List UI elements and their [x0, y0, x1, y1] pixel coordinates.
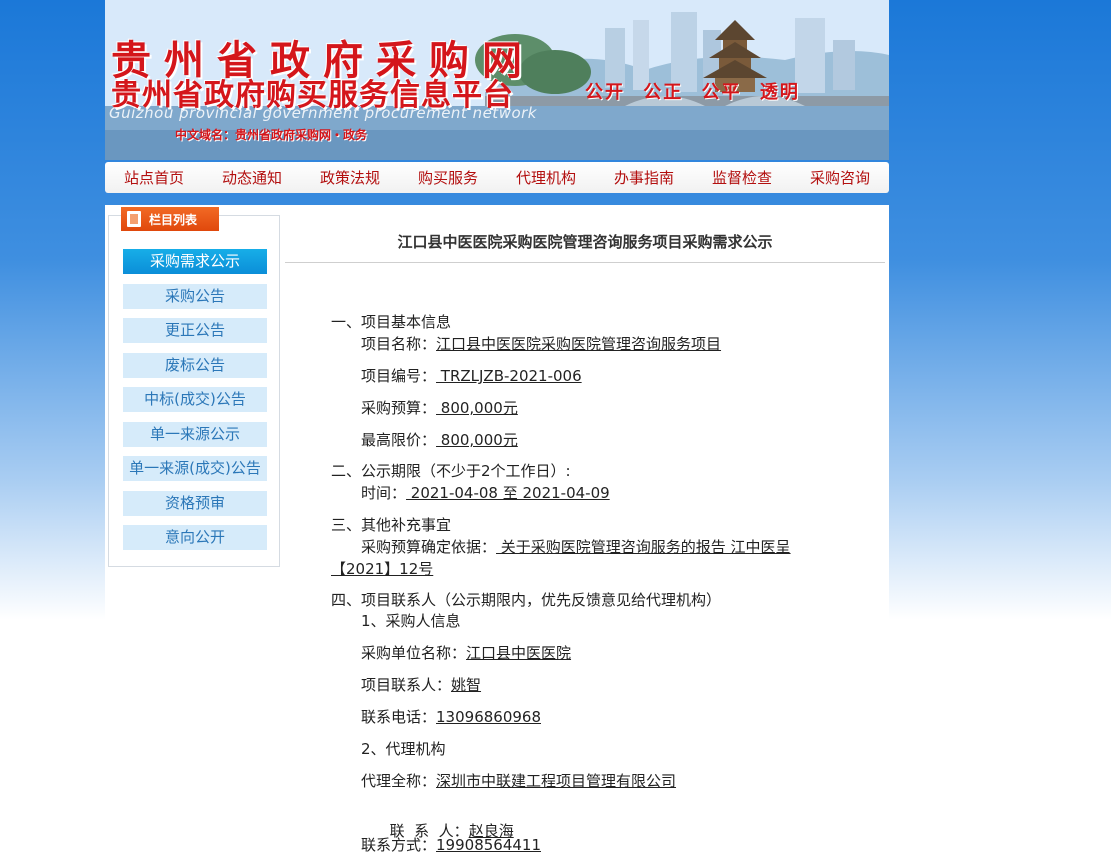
phone-row: 联系电话：13096860968: [361, 706, 541, 727]
phone-value: 13096860968: [436, 708, 541, 726]
project-name-row: 项目名称：江口县中医医院采购医院管理咨询服务项目: [361, 333, 721, 354]
sidebar-item-demand-notice[interactable]: 采购需求公示: [123, 249, 267, 274]
nav-item-consulting[interactable]: 采购咨询: [791, 167, 889, 188]
contact-value: 姚智: [451, 676, 482, 694]
nav-item-home[interactable]: 站点首页: [105, 167, 203, 188]
section-contacts-heading: 四、项目联系人（公示期限内，优先反馈意见给代理机构）: [331, 591, 722, 609]
book-icon: [127, 211, 141, 227]
time-label: 时间：: [361, 484, 407, 502]
budget-value: 800,000元: [436, 399, 518, 417]
chinese-domain-line: 中文域名：贵州省政府采购网・政务: [175, 128, 368, 142]
sidebar-item-correction-notice[interactable]: 更正公告: [123, 318, 267, 343]
agency-phone-label: 联系方式：: [361, 836, 437, 854]
basis-value-line1: 关于采购医院管理咨询服务的报告 江中医呈: [496, 538, 791, 556]
nav-item-policies[interactable]: 政策法规: [301, 167, 399, 188]
budget-row: 采购预算： 800,000元: [361, 397, 518, 418]
agency-heading: 2、代理机构: [361, 740, 446, 758]
nav-item-guide[interactable]: 办事指南: [595, 167, 693, 188]
project-name-label: 项目名称：: [361, 335, 437, 353]
nav-item-supervision[interactable]: 监督检查: [693, 167, 791, 188]
agency-name-label: 代理全称：: [361, 772, 437, 790]
header-banner: 贵州省政府采购网 贵州省政府购买服务信息平台 Guizhou provincia…: [105, 0, 889, 160]
purchaser-unit-value: 江口县中医医院: [466, 644, 572, 662]
purchaser-unit-row: 采购单位名称：江口县中医医院: [361, 642, 571, 663]
basis-row-continued: 【2021】12号: [331, 558, 433, 579]
nav-item-notices[interactable]: 动态通知: [203, 167, 301, 188]
sidebar-item-single-source-award[interactable]: 单一来源(成交)公告: [123, 456, 267, 481]
agency-phone-value: 19908564411: [436, 836, 541, 854]
contact-row: 项目联系人：姚智: [361, 674, 481, 695]
sidebar-item-procurement-notice[interactable]: 采购公告: [123, 283, 267, 309]
sidebar-item-prequalification[interactable]: 资格预审: [123, 490, 267, 516]
nav-item-purchase-services[interactable]: 购买服务: [399, 167, 497, 188]
project-no-value: TRZLJZB-2021-006: [436, 367, 582, 385]
project-no-label: 项目编号：: [361, 367, 437, 385]
basis-value-line2: 【2021】12号: [331, 560, 434, 578]
project-no-row: 项目编号： TRZLJZB-2021-006: [361, 365, 582, 386]
section-period-heading: 二、公示期限（不少于2个工作日）:: [331, 462, 571, 480]
agency-name-row: 代理全称：深圳市中联建工程项目管理有限公司: [361, 770, 676, 791]
sidebar-menu: 采购需求公示 采购公告 更正公告 废标公告 中标(成交)公告 单一来源公示 单一…: [123, 249, 267, 560]
purchaser-heading: 1、采购人信息: [361, 612, 461, 630]
agency-phone-row: 联系方式：19908564411: [361, 834, 541, 855]
max-price-row: 最高限价： 800,000元: [361, 429, 518, 450]
sidebar-title: 栏目列表: [149, 212, 198, 227]
phone-label: 联系电话：: [361, 708, 437, 726]
english-site-name: Guizhou provincial government procuremen…: [109, 104, 537, 122]
nav-item-agencies[interactable]: 代理机构: [497, 167, 595, 188]
purchaser-unit-label: 采购单位名称：: [361, 644, 467, 662]
sidebar-item-abandoned-bid-notice[interactable]: 废标公告: [123, 352, 267, 378]
max-price-value: 800,000元: [436, 431, 518, 449]
sidebar: 栏目列表 采购需求公示 采购公告 更正公告 废标公告 中标(成交)公告 单一来源…: [108, 207, 280, 567]
slogan-word: 透明: [759, 82, 800, 103]
time-value: 2021-04-08 至 2021-04-09: [406, 484, 610, 502]
time-row: 时间： 2021-04-08 至 2021-04-09: [361, 482, 610, 503]
article: 江口县中医医院采购医院管理咨询服务项目采购需求公示 一、项目基本信息 项目名称：…: [285, 205, 885, 857]
sidebar-item-single-source-notice[interactable]: 单一来源公示: [123, 421, 267, 447]
article-title: 江口县中医医院采购医院管理咨询服务项目采购需求公示: [397, 233, 773, 251]
section-basic-info-heading: 一、项目基本信息: [331, 313, 452, 331]
title-divider: [285, 262, 885, 263]
section-other-heading: 三、其他补充事宜: [331, 516, 452, 534]
max-price-label: 最高限价：: [361, 431, 437, 449]
project-name-value: 江口县中医医院采购医院管理咨询服务项目: [436, 335, 722, 353]
budget-label: 采购预算：: [361, 399, 437, 417]
slogan-word: 公平: [701, 82, 742, 103]
basis-label: 采购预算确定依据：: [361, 538, 497, 556]
sidebar-header: 栏目列表: [121, 207, 219, 231]
slogan: 公开 公正 公平 透明: [585, 78, 810, 104]
main-nav: 站点首页 动态通知 政策法规 购买服务 代理机构 办事指南 监督检查 采购咨询: [105, 162, 889, 193]
slogan-word: 公开: [585, 82, 625, 103]
agency-name-value: 深圳市中联建工程项目管理有限公司: [436, 772, 677, 790]
slogan-word: 公正: [643, 82, 684, 103]
content-area: 栏目列表 采购需求公示 采购公告 更正公告 废标公告 中标(成交)公告 单一来源…: [105, 205, 889, 857]
contact-label: 项目联系人：: [361, 676, 452, 694]
sidebar-item-intent-disclosure[interactable]: 意向公开: [123, 525, 267, 550]
sidebar-item-award-notice[interactable]: 中标(成交)公告: [123, 387, 267, 412]
basis-row: 采购预算确定依据： 关于采购医院管理咨询服务的报告 江中医呈: [361, 536, 791, 557]
